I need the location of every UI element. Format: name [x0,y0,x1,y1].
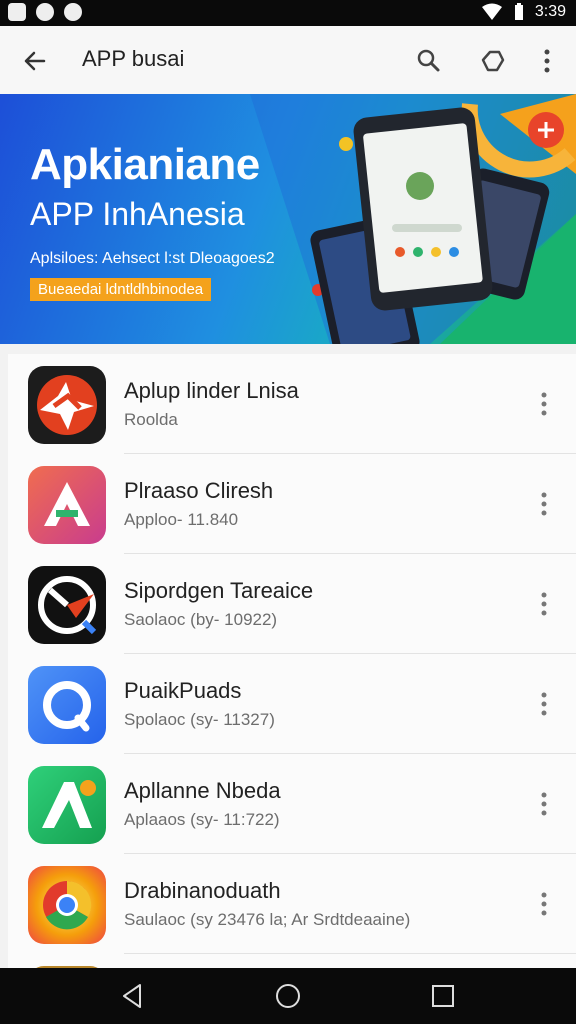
status-bar: 3:39 [0,0,576,26]
app-bar: APP busai [0,26,576,95]
vpn-notification-icon [64,3,82,21]
more-options-icon[interactable] [532,890,556,918]
more-options-icon[interactable] [532,490,556,518]
app-name: Plraaso Cliresh [124,478,274,503]
app-name: Aplup linder Lnisa [124,378,299,403]
wifi-icon [481,3,502,20]
letter-a-app-icon [28,466,106,544]
app-subtitle: Saulaoc (sy 23476 la; Ar Srdtdeaaine) [124,910,411,929]
battery-icon [514,3,523,20]
back-nav-icon[interactable] [118,981,148,1011]
list-item[interactable]: Aplup linder Lnisa Roolda [8,354,576,454]
app-subtitle: Apploo- 11.840 [124,510,239,529]
overflow-menu-icon[interactable] [530,44,564,78]
status-time: 3:39 [534,3,566,20]
gallery-notification-icon [8,3,26,21]
more-options-icon[interactable] [532,690,556,718]
list-item[interactable]: Apllanne Nbeda Aplaaos (sy- 11:722) [8,754,576,854]
home-nav-icon[interactable] [273,981,303,1011]
page-title: APP busai [82,46,185,71]
banner-title: Apkianiane [30,140,260,189]
more-options-icon[interactable] [532,790,556,818]
green-a-app-icon [28,766,106,844]
recents-nav-icon[interactable] [428,981,458,1011]
ring-app-icon [28,666,106,744]
smiley-notification-icon [36,3,54,21]
more-options-icon[interactable] [532,590,556,618]
list-item[interactable]: PuaikPuads Spolaoc (sy- 11327) [8,654,576,754]
star-burst-app-icon [28,366,106,444]
more-options-icon[interactable] [532,390,556,418]
app-name: PuaikPuads [124,678,242,703]
app-name: Drabinanoduath [124,878,281,903]
promo-banner[interactable]: Apkianiane APP InhAnesia Aplsiloes: Aehs… [0,94,576,344]
app-name: Apllanne Nbeda [124,778,281,803]
tag-icon[interactable] [476,44,510,78]
app-subtitle: Aplaaos (sy- 11:722) [124,810,280,829]
search-icon[interactable] [412,44,446,78]
list-item[interactable]: Plraaso Cliresh Apploo- 11.840 [8,454,576,554]
app-name: Sipordgen Tareaice [124,578,314,603]
list-item[interactable]: Sipordgen Tareaice Saolaoc (by- 10922) [8,554,576,654]
banner-subtitle: APP InhAnesia [30,196,245,232]
banner-badge[interactable]: Bueaedai ldntldhbinodea [30,278,212,301]
list-item[interactable] [8,954,576,968]
back-arrow-icon[interactable] [18,44,52,78]
app-subtitle: Roolda [124,410,178,429]
list-item[interactable]: Drabinanoduath Saulaoc (sy 23476 la; Ar … [8,854,576,954]
app-subtitle: Saolaoc (by- 10922) [124,610,278,629]
banner-tagline: Aplsiloes: Aehsect l:st Dleoagoes2 [30,250,275,267]
chrome-like-app-icon [28,866,106,944]
app-subtitle: Spolaoc (sy- 11327) [124,710,275,729]
compass-app-icon [28,566,106,644]
system-nav-bar [0,968,576,1024]
app-list: Aplup linder Lnisa Roolda Plraaso Clires… [8,354,576,968]
